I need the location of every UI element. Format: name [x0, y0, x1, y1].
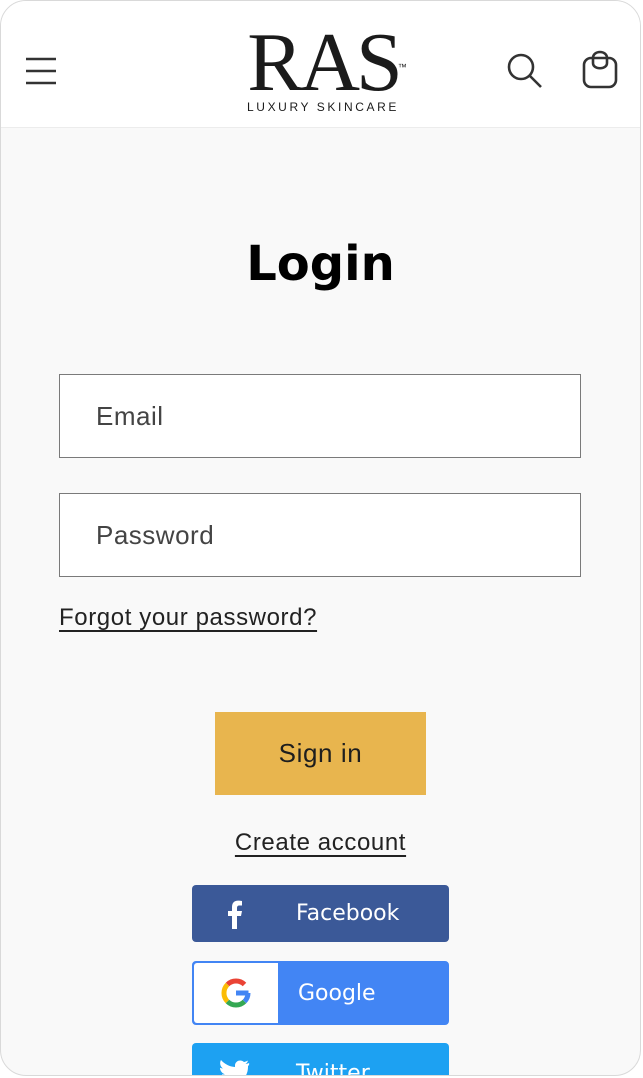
menu-icon[interactable] — [23, 53, 59, 89]
cart-icon[interactable] — [579, 47, 621, 91]
twitter-icon — [192, 1043, 276, 1075]
facebook-login-button[interactable]: Facebook — [192, 885, 449, 942]
google-icon — [194, 963, 278, 1023]
create-account-link[interactable]: Create account — [235, 829, 406, 856]
search-icon[interactable] — [504, 50, 544, 90]
page-title: Login — [246, 236, 395, 292]
page-frame: RAS ™ LUXURY SKINCARE Login Forgot your … — [0, 0, 641, 1076]
email-input[interactable] — [60, 375, 580, 457]
sign-in-button[interactable]: Sign in — [215, 712, 426, 795]
password-field[interactable] — [59, 493, 581, 577]
password-input[interactable] — [60, 494, 580, 576]
email-field[interactable] — [59, 374, 581, 458]
logo-text: RAS — [247, 16, 402, 109]
twitter-login-button[interactable]: Twitter — [192, 1043, 449, 1076]
facebook-label: Facebook — [296, 901, 400, 926]
site-header: RAS ™ LUXURY SKINCARE — [1, 1, 640, 128]
google-login-button[interactable]: Google — [192, 961, 449, 1025]
facebook-icon — [192, 885, 276, 942]
logo-trademark: ™ — [397, 62, 407, 72]
create-account-row: Create account — [1, 829, 640, 857]
logo-tagline: LUXURY SKINCARE — [247, 100, 399, 114]
twitter-label: Twitter — [296, 1060, 370, 1076]
google-label: Google — [298, 980, 376, 1006]
brand-logo[interactable]: RAS ™ LUXURY SKINCARE — [233, 21, 413, 121]
forgot-password-link[interactable]: Forgot your password? — [59, 604, 317, 632]
logo-mark: RAS ™ — [247, 21, 406, 105]
